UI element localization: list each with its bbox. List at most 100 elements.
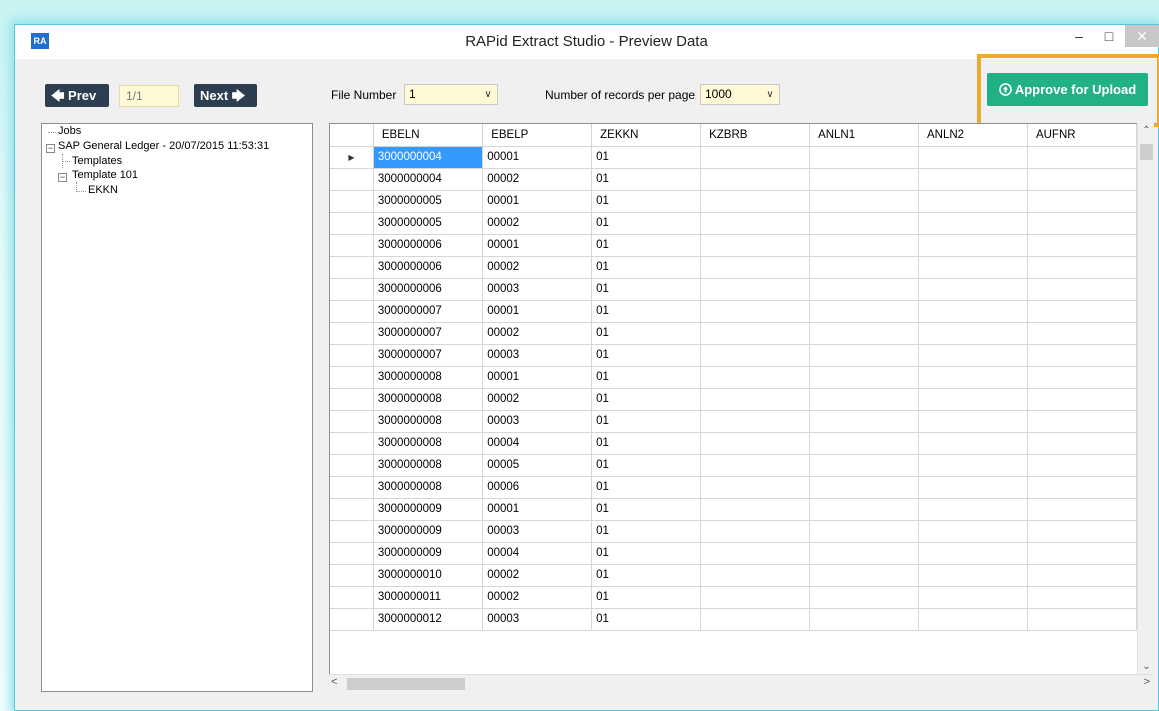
row-header[interactable] <box>330 344 374 367</box>
table-row[interactable]: 3000000008 00002 01 <box>330 388 1137 411</box>
table-cell[interactable]: 01 <box>591 256 702 279</box>
table-cell[interactable]: 00002 <box>482 168 593 191</box>
table-cell[interactable] <box>1027 608 1137 631</box>
table-cell[interactable]: 01 <box>591 520 702 543</box>
table-cell[interactable]: 3000000005 <box>373 190 484 213</box>
row-header[interactable] <box>330 586 374 609</box>
table-cell[interactable] <box>918 520 1028 543</box>
table-cell[interactable]: 01 <box>591 542 702 565</box>
table-cell[interactable]: 3000000009 <box>373 498 484 521</box>
table-cell[interactable]: 3000000011 <box>373 586 484 609</box>
table-cell[interactable] <box>809 586 919 609</box>
table-cell[interactable] <box>918 586 1028 609</box>
row-header[interactable] <box>330 256 374 279</box>
table-cell[interactable] <box>700 322 811 345</box>
row-header[interactable] <box>330 476 374 499</box>
table-row[interactable]: 3000000008 00004 01 <box>330 432 1137 455</box>
table-cell[interactable] <box>809 564 919 587</box>
vertical-scroll-thumb[interactable] <box>1140 144 1153 160</box>
table-row[interactable]: ▶ 3000000004 00001 01 <box>330 146 1137 169</box>
table-cell[interactable] <box>1027 300 1137 323</box>
table-cell[interactable] <box>809 300 919 323</box>
table-cell[interactable] <box>700 212 811 235</box>
table-cell[interactable] <box>700 388 811 411</box>
table-cell[interactable] <box>918 212 1028 235</box>
table-cell[interactable]: 3000000008 <box>373 432 484 455</box>
table-cell[interactable] <box>918 454 1028 477</box>
row-header[interactable] <box>330 300 374 323</box>
table-cell[interactable]: 3000000008 <box>373 454 484 477</box>
table-cell[interactable] <box>809 476 919 499</box>
table-cell[interactable]: 01 <box>591 454 702 477</box>
row-header[interactable] <box>330 520 374 543</box>
table-cell[interactable]: 01 <box>591 432 702 455</box>
table-cell[interactable]: 01 <box>591 608 702 631</box>
table-cell[interactable]: 01 <box>591 388 702 411</box>
table-row[interactable]: 3000000009 00003 01 <box>330 520 1137 543</box>
table-cell[interactable] <box>809 520 919 543</box>
table-cell[interactable]: 3000000006 <box>373 234 484 257</box>
row-header[interactable] <box>330 454 374 477</box>
table-cell[interactable]: 3000000007 <box>373 344 484 367</box>
table-cell[interactable] <box>700 234 811 257</box>
table-cell[interactable] <box>918 168 1028 191</box>
tree-node-templates[interactable]: Templates <box>72 155 122 167</box>
table-cell[interactable] <box>809 344 919 367</box>
table-cell[interactable] <box>700 564 811 587</box>
table-cell[interactable] <box>809 168 919 191</box>
table-cell[interactable] <box>1027 586 1137 609</box>
table-row[interactable]: 3000000008 00006 01 <box>330 476 1137 499</box>
table-cell[interactable] <box>700 366 811 389</box>
table-cell[interactable] <box>1027 190 1137 213</box>
table-cell[interactable]: 00004 <box>482 432 593 455</box>
table-cell[interactable]: 00001 <box>482 300 593 323</box>
vertical-scrollbar[interactable]: ⌃ ⌄ <box>1137 123 1154 674</box>
table-cell[interactable] <box>1027 476 1137 499</box>
table-cell[interactable]: 3000000007 <box>373 322 484 345</box>
close-button[interactable]: ✕ <box>1125 25 1159 47</box>
table-cell[interactable] <box>700 586 811 609</box>
row-header[interactable] <box>330 234 374 257</box>
table-cell[interactable]: 00002 <box>482 586 593 609</box>
table-cell[interactable]: 00001 <box>482 366 593 389</box>
table-cell[interactable] <box>918 322 1028 345</box>
table-row[interactable]: 3000000005 00001 01 <box>330 190 1137 213</box>
table-cell[interactable] <box>700 344 811 367</box>
table-cell[interactable] <box>809 410 919 433</box>
table-row[interactable]: 3000000006 00001 01 <box>330 234 1137 257</box>
table-cell[interactable]: 01 <box>591 146 702 169</box>
table-row[interactable]: 3000000006 00002 01 <box>330 256 1137 279</box>
table-row[interactable]: 3000000007 00003 01 <box>330 344 1137 367</box>
table-cell[interactable]: 3000000010 <box>373 564 484 587</box>
table-cell[interactable] <box>918 278 1028 301</box>
records-per-page-select[interactable]: 1000 ∨ <box>700 84 780 105</box>
table-cell[interactable] <box>1027 520 1137 543</box>
table-cell[interactable] <box>1027 542 1137 565</box>
table-cell[interactable]: 3000000008 <box>373 388 484 411</box>
row-header[interactable] <box>330 498 374 521</box>
table-cell[interactable]: 3000000004 <box>373 146 484 169</box>
table-cell[interactable] <box>1027 234 1137 257</box>
table-cell[interactable]: 01 <box>591 366 702 389</box>
table-cell[interactable] <box>700 278 811 301</box>
table-cell[interactable] <box>700 300 811 323</box>
table-row[interactable]: 3000000007 00002 01 <box>330 322 1137 345</box>
tree-node-ledger[interactable]: SAP General Ledger - 20/07/2015 11:53:31 <box>58 140 269 152</box>
table-cell[interactable]: 01 <box>591 564 702 587</box>
file-number-select[interactable]: 1 ∨ <box>404 84 498 105</box>
maximize-button[interactable]: □ <box>1095 25 1123 47</box>
table-row[interactable]: 3000000008 00005 01 <box>330 454 1137 477</box>
table-cell[interactable] <box>1027 388 1137 411</box>
table-cell[interactable] <box>809 454 919 477</box>
table-cell[interactable]: 00006 <box>482 476 593 499</box>
row-header[interactable] <box>330 542 374 565</box>
table-cell[interactable] <box>809 212 919 235</box>
table-row[interactable]: 3000000011 00002 01 <box>330 586 1137 609</box>
table-cell[interactable] <box>1027 366 1137 389</box>
table-cell[interactable]: 00003 <box>482 410 593 433</box>
row-header[interactable] <box>330 322 374 345</box>
table-cell[interactable]: 3000000007 <box>373 300 484 323</box>
table-cell[interactable] <box>918 564 1028 587</box>
table-cell[interactable]: 3000000006 <box>373 256 484 279</box>
table-cell[interactable]: 00002 <box>482 212 593 235</box>
